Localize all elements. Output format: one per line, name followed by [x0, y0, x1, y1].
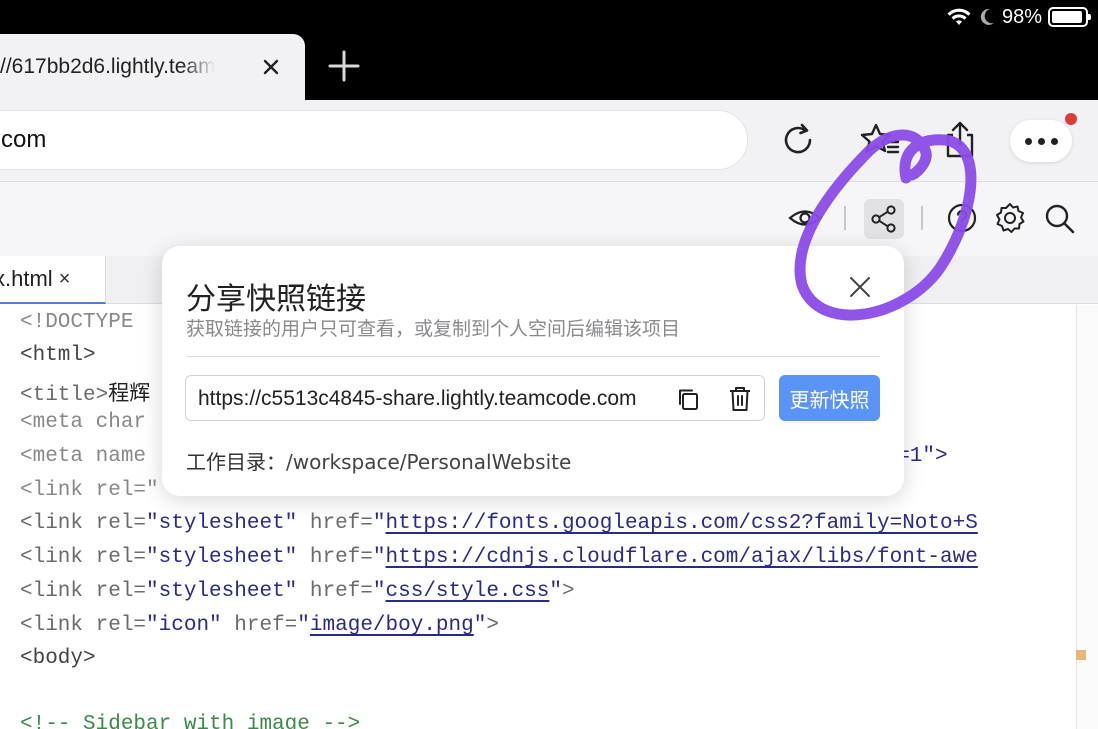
code-line: <link rel=" [20, 479, 159, 502]
tab-title: //617bb2d6.lightly.teamcode [0, 55, 215, 78]
dot-icon [1024, 137, 1032, 145]
share-link-field[interactable]: https://c5513c4845-share.lightly.teamcod… [185, 375, 765, 421]
close-icon[interactable] [258, 54, 284, 80]
status-bar: 98% [946, 4, 1091, 30]
code-line: <link rel="icon" href="image/boy.png"> [20, 614, 499, 637]
workdir-label: 工作目录： [186, 450, 286, 474]
copy-icon[interactable] [676, 387, 700, 411]
more-menu-button[interactable] [1010, 120, 1072, 162]
code-line: <link rel="stylesheet" href="css/style.c… [20, 580, 575, 603]
code-line: <body> [20, 647, 96, 670]
dot-icon [1050, 137, 1058, 145]
code-line: <html> [20, 344, 96, 367]
share-upload-icon[interactable] [940, 120, 980, 160]
dot-icon [1037, 137, 1045, 145]
search-icon[interactable] [1042, 201, 1076, 235]
workdir-row: 工作目录：/workspace/PersonalWebsite [186, 446, 571, 475]
code-line: <meta name [20, 445, 147, 468]
file-tab-name: x.html [0, 266, 53, 291]
url-field[interactable]: com [0, 110, 748, 170]
workdir-path: /workspace/PersonalWebsite [286, 450, 572, 474]
code-line: <title>程辉 [20, 381, 151, 407]
trash-icon[interactable] [728, 386, 752, 412]
address-bar-row: com [0, 100, 1098, 182]
dialog-divider [186, 356, 880, 357]
code-comment-line: <!-- Sidebar with image --> [20, 713, 361, 729]
code-line: <meta char [20, 411, 147, 434]
code-line: <link rel="stylesheet" href="https://fon… [20, 512, 978, 535]
share-link-text: https://c5513c4845-share.lightly.teamcod… [198, 387, 637, 410]
battery-percent: 98% [1001, 5, 1042, 28]
url-text: com [1, 126, 47, 153]
notification-badge [1065, 113, 1077, 125]
close-icon[interactable]: × [59, 268, 71, 291]
gear-icon[interactable] [993, 201, 1027, 235]
preview-eye-icon[interactable] [788, 201, 822, 235]
editor-toolbar [0, 182, 1098, 256]
scrollbar-marker [1076, 650, 1086, 660]
share-snapshot-dialog: 分享快照链接 获取链接的用户只可查看，或复制到个人空间后编辑该项目 https:… [162, 246, 904, 496]
help-icon[interactable] [945, 201, 979, 235]
new-tab-plus-icon[interactable] [326, 48, 362, 84]
battery-icon [1048, 7, 1091, 27]
update-snapshot-button[interactable]: 更新快照 [779, 375, 880, 421]
share-nodes-icon [871, 205, 896, 233]
editor-scrollbar[interactable] [1076, 305, 1098, 729]
code-line: <!DOCTYPE [20, 311, 134, 334]
toolbar-divider [921, 206, 923, 230]
close-icon[interactable] [846, 273, 874, 301]
dialog-title: 分享快照链接 [186, 282, 366, 317]
browser-tab-active[interactable]: //617bb2d6.lightly.teamcode [0, 34, 305, 100]
file-tab-index-html[interactable]: x.html × [0, 256, 106, 304]
bookmark-star-icon[interactable] [860, 120, 900, 160]
wifi-icon [947, 8, 971, 25]
toolbar-divider [844, 206, 846, 230]
reload-icon[interactable] [778, 120, 818, 160]
code-title-text: 程辉 [108, 381, 151, 405]
code-line: <link rel="stylesheet" href="https://cdn… [20, 546, 978, 569]
dialog-subtitle: 获取链接的用户只可查看，或复制到个人空间后编辑该项目 [186, 318, 681, 340]
moon-icon [980, 8, 994, 25]
